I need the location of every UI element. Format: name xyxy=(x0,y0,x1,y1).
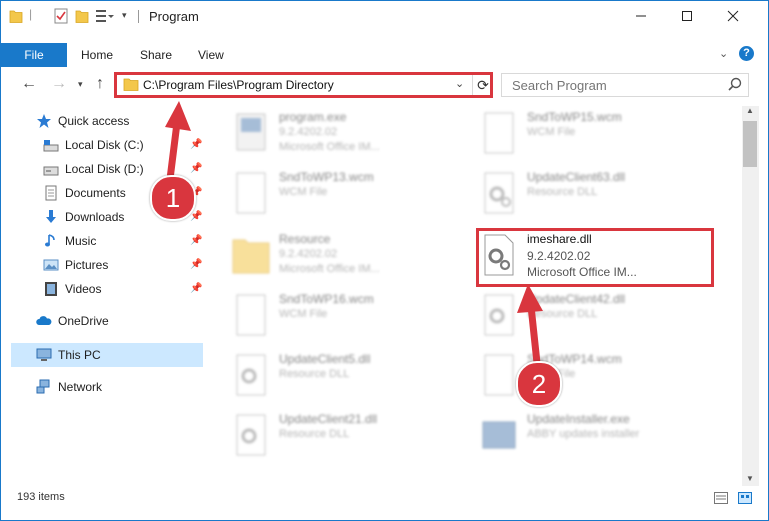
arrow-2 xyxy=(527,305,541,364)
step-badge-2: 2 xyxy=(516,361,562,407)
arrow-1-head xyxy=(165,101,191,131)
file-explorer-window: | ▾ Program File Home Share View ⌄ ? ← →… xyxy=(0,0,769,521)
annotation-arrows xyxy=(165,101,543,364)
step-badge-1: 1 xyxy=(150,175,196,221)
arrow-2-head xyxy=(517,284,543,313)
